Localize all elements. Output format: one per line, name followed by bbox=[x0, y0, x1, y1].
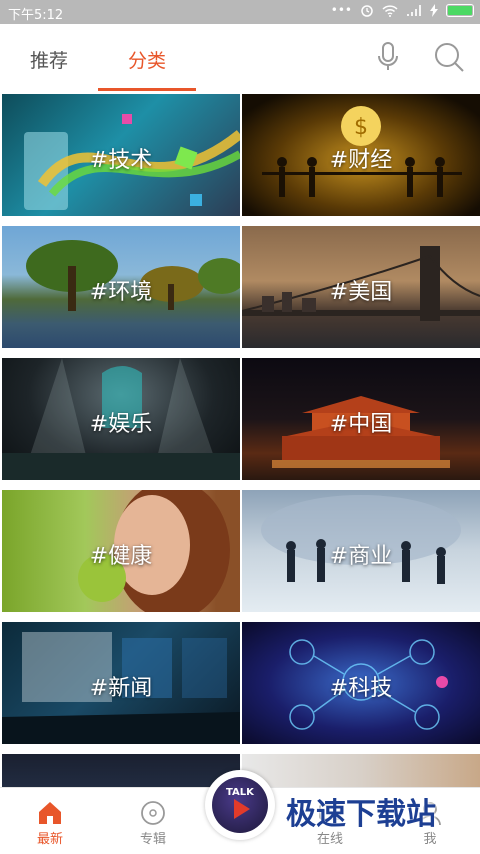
status-bar: 下午5:12 ••• bbox=[0, 0, 480, 24]
category-label: #健康 bbox=[89, 544, 153, 569]
charging-icon bbox=[430, 3, 438, 17]
center-play-button[interactable]: TALK bbox=[205, 770, 275, 840]
voice-button[interactable] bbox=[370, 39, 406, 75]
category-label: #技术 bbox=[89, 148, 153, 173]
nav-label: 专辑 bbox=[139, 832, 166, 847]
microphone-icon bbox=[378, 42, 398, 70]
status-icons: ••• bbox=[331, 3, 474, 17]
category-label: #环境 bbox=[89, 280, 153, 305]
nav-album[interactable]: 专辑 bbox=[105, 788, 201, 854]
battery-icon bbox=[446, 3, 474, 17]
category-tile-usa[interactable]: #美国 bbox=[242, 226, 480, 348]
category-tile-environment[interactable]: #环境 bbox=[2, 226, 240, 348]
home-icon bbox=[39, 802, 61, 824]
category-label: #财经 bbox=[329, 148, 393, 173]
category-tile-health[interactable]: #健康 bbox=[2, 490, 240, 612]
category-tile-china[interactable]: #中国 bbox=[242, 358, 480, 480]
category-tile-science-tech[interactable]: #科技 bbox=[242, 622, 480, 744]
category-grid: #技术 $ #财经 #环境 #美国 #娱乐 #中国 #健康 #商业 #新闻 #科… bbox=[0, 92, 480, 787]
category-tile-finance[interactable]: $ #财经 bbox=[242, 94, 480, 216]
search-button[interactable] bbox=[431, 39, 467, 75]
category-label: #中国 bbox=[329, 412, 393, 437]
watermark: 极速下载站 bbox=[286, 797, 436, 832]
category-tile-business[interactable]: #商业 bbox=[242, 490, 480, 612]
album-icon bbox=[141, 801, 165, 825]
status-time: 下午5:12 bbox=[8, 8, 64, 23]
notification-dots: ••• bbox=[330, 3, 352, 17]
category-tile-more-right[interactable] bbox=[242, 754, 480, 787]
nav-label: 最新 bbox=[36, 832, 63, 847]
wifi-icon bbox=[382, 4, 398, 17]
play-icon bbox=[234, 799, 250, 819]
category-tile-tech[interactable]: #技术 bbox=[2, 94, 240, 216]
category-tile-more-left[interactable] bbox=[2, 754, 240, 787]
svg-text:$: $ bbox=[354, 115, 368, 140]
category-tile-entertainment[interactable]: #娱乐 bbox=[2, 358, 240, 480]
tab-active-indicator bbox=[98, 88, 196, 91]
category-label: #美国 bbox=[329, 280, 393, 305]
signal-icon bbox=[407, 4, 421, 16]
category-label: #科技 bbox=[329, 676, 393, 701]
category-label: #新闻 bbox=[89, 676, 153, 701]
category-label: #娱乐 bbox=[89, 412, 153, 437]
nav-latest[interactable]: 最新 bbox=[2, 788, 98, 854]
category-label: #商业 bbox=[329, 544, 393, 569]
tab-recommend[interactable]: 推荐 bbox=[30, 46, 68, 73]
search-icon bbox=[435, 43, 464, 72]
ted-talk-logo: TALK bbox=[212, 777, 268, 833]
alarm-icon bbox=[361, 5, 373, 17]
category-tile-news[interactable]: #新闻 bbox=[2, 622, 240, 744]
tab-category[interactable]: 分类 bbox=[128, 46, 166, 73]
top-bar: 推荐 分类 bbox=[0, 24, 480, 92]
